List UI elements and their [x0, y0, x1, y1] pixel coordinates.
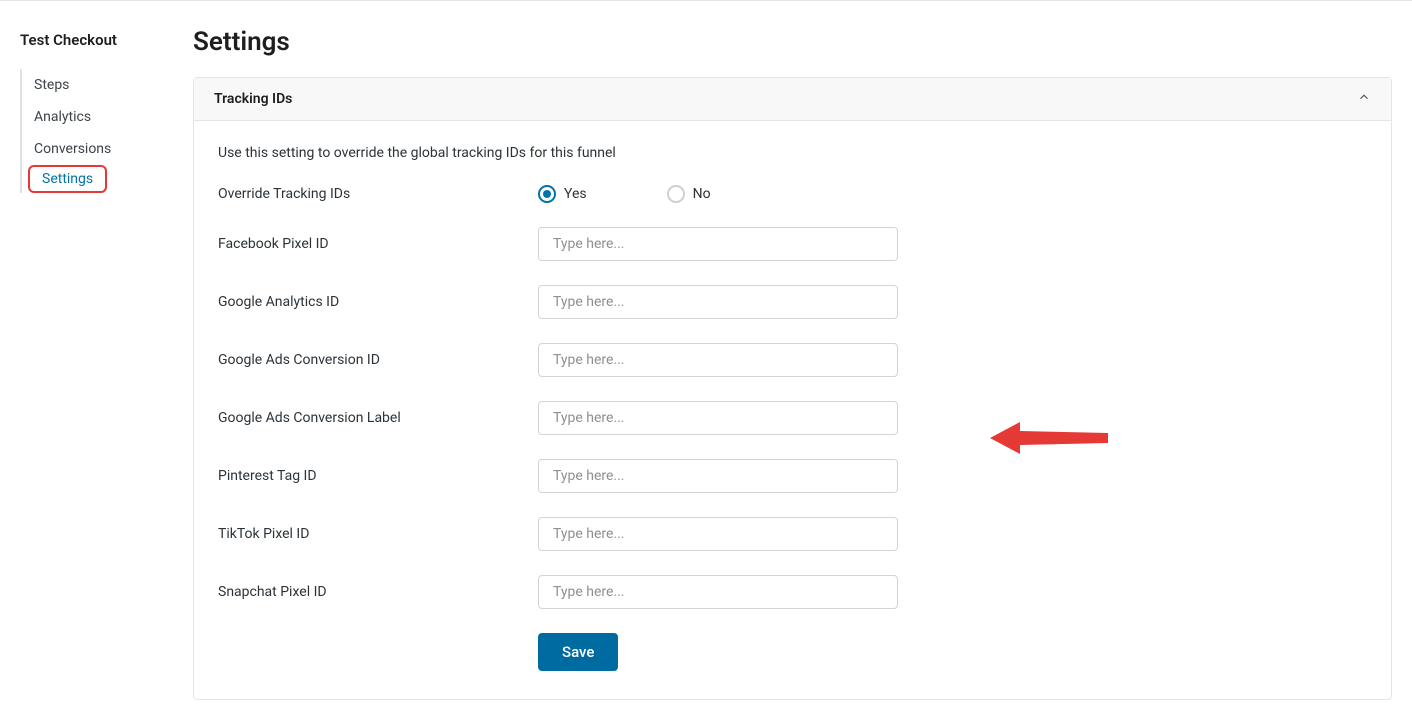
panel-body: Use this setting to override the global … — [194, 121, 1391, 699]
panel-title: Tracking IDs — [214, 91, 292, 107]
tiktok-pixel-label: TikTok Pixel ID — [218, 526, 538, 542]
tiktok-pixel-row: TikTok Pixel ID — [218, 517, 1367, 551]
google-analytics-row: Google Analytics ID — [218, 285, 1367, 319]
panel-header[interactable]: Tracking IDs — [194, 78, 1391, 121]
radio-no-label: No — [693, 186, 711, 202]
facebook-pixel-row: Facebook Pixel ID — [218, 227, 1367, 261]
google-ads-conversion-label-row: Google Ads Conversion Label — [218, 401, 1367, 435]
sidebar-nav: Steps Analytics Conversions Settings — [20, 69, 193, 193]
main-content: Settings Tracking IDs Use this setting t… — [193, 3, 1412, 720]
google-ads-conversion-id-label: Google Ads Conversion ID — [218, 352, 538, 368]
radio-icon — [538, 185, 556, 203]
google-analytics-input[interactable] — [538, 285, 898, 319]
snapchat-pixel-label: Snapchat Pixel ID — [218, 584, 538, 600]
sidebar-item-conversions[interactable]: Conversions — [20, 133, 193, 165]
highlight-annotation: Settings — [28, 165, 107, 193]
radio-icon — [667, 185, 685, 203]
google-ads-conversion-id-input[interactable] — [538, 343, 898, 377]
sidebar-item-settings[interactable]: Settings — [30, 167, 105, 191]
google-ads-conversion-label-input[interactable] — [538, 401, 898, 435]
google-ads-conversion-label-label: Google Ads Conversion Label — [218, 410, 538, 426]
radio-yes-label: Yes — [564, 186, 587, 202]
sidebar: Test Checkout Steps Analytics Conversion… — [0, 3, 193, 720]
google-analytics-label: Google Analytics ID — [218, 294, 538, 310]
sidebar-item-steps[interactable]: Steps — [20, 69, 193, 101]
tracking-ids-panel: Tracking IDs Use this setting to overrid… — [193, 77, 1392, 700]
help-text: Use this setting to override the global … — [218, 145, 1367, 161]
pinterest-tag-label: Pinterest Tag ID — [218, 468, 538, 484]
page-container: Test Checkout Steps Analytics Conversion… — [0, 0, 1412, 720]
google-ads-conversion-id-row: Google Ads Conversion ID — [218, 343, 1367, 377]
button-row: Save — [538, 633, 1367, 671]
snapchat-pixel-row: Snapchat Pixel ID — [218, 575, 1367, 609]
pinterest-tag-row: Pinterest Tag ID — [218, 459, 1367, 493]
facebook-pixel-input[interactable] — [538, 227, 898, 261]
sidebar-title: Test Checkout — [20, 31, 193, 49]
override-radio-group: Yes No — [538, 185, 711, 203]
radio-yes[interactable]: Yes — [538, 185, 587, 203]
sidebar-item-analytics[interactable]: Analytics — [20, 101, 193, 133]
override-tracking-row: Override Tracking IDs Yes No — [218, 185, 1367, 203]
override-tracking-label: Override Tracking IDs — [218, 186, 538, 202]
chevron-up-icon — [1357, 90, 1371, 108]
facebook-pixel-label: Facebook Pixel ID — [218, 236, 538, 252]
page-title: Settings — [193, 27, 1392, 57]
snapchat-pixel-input[interactable] — [538, 575, 898, 609]
radio-no[interactable]: No — [667, 185, 711, 203]
pinterest-tag-input[interactable] — [538, 459, 898, 493]
save-button[interactable]: Save — [538, 633, 618, 671]
tiktok-pixel-input[interactable] — [538, 517, 898, 551]
